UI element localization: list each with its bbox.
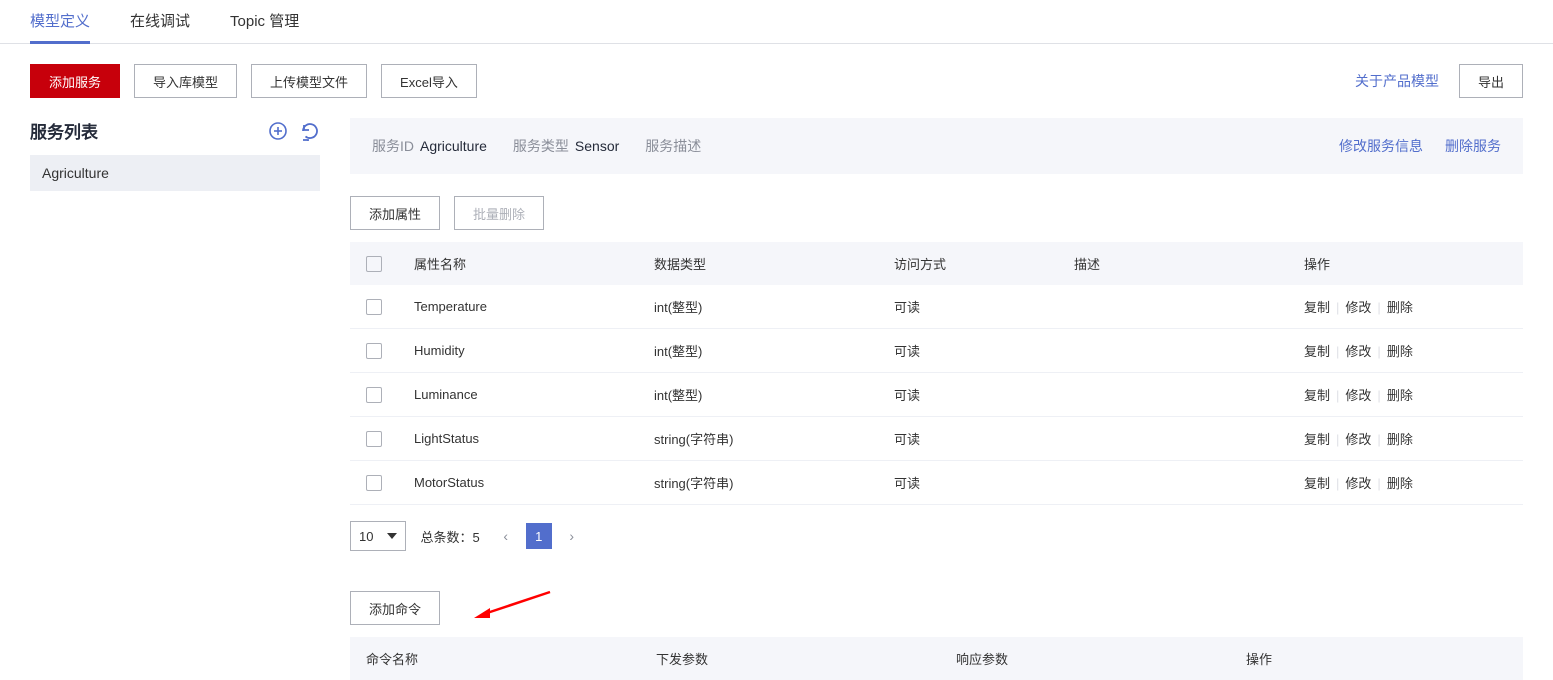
col-cmd-down: 下发参数	[640, 637, 940, 680]
col-ops: 操作	[1288, 242, 1523, 285]
col-cmd-name: 命令名称	[350, 637, 640, 680]
edit-link[interactable]: 修改	[1345, 432, 1371, 447]
import-library-model-button[interactable]: 导入库模型	[134, 64, 237, 98]
cell-data-type: string(字符串)	[638, 461, 878, 505]
service-type-label: 服务类型	[513, 138, 569, 154]
row-checkbox[interactable]	[366, 475, 382, 491]
edit-service-link[interactable]: 修改服务信息	[1339, 136, 1423, 156]
tab-topic-management[interactable]: Topic 管理	[230, 0, 299, 43]
row-checkbox[interactable]	[366, 343, 382, 359]
next-page-button[interactable]: ›	[560, 524, 584, 548]
cell-desc	[1058, 461, 1288, 505]
cell-attr-name: MotorStatus	[398, 461, 638, 505]
add-icon[interactable]	[268, 121, 288, 141]
batch-delete-button[interactable]: 批量删除	[454, 196, 544, 230]
row-checkbox[interactable]	[366, 387, 382, 403]
refresh-icon[interactable]	[300, 121, 320, 141]
table-row: Humidityint(整型)可读复制|修改|删除	[350, 329, 1523, 373]
copy-link[interactable]: 复制	[1304, 300, 1330, 315]
cell-desc	[1058, 329, 1288, 373]
table-row: LightStatusstring(字符串)可读复制|修改|删除	[350, 417, 1523, 461]
edit-link[interactable]: 修改	[1345, 388, 1371, 403]
delete-link[interactable]: 删除	[1387, 344, 1413, 359]
service-type-value: Sensor	[575, 138, 619, 154]
prev-page-button[interactable]: ‹	[494, 524, 518, 548]
delete-link[interactable]: 删除	[1387, 388, 1413, 403]
edit-link[interactable]: 修改	[1345, 300, 1371, 315]
pagination-total: 总条数：5	[420, 527, 479, 546]
tab-online-debug[interactable]: 在线调试	[130, 0, 190, 43]
row-checkbox[interactable]	[366, 431, 382, 447]
table-row: Temperatureint(整型)可读复制|修改|删除	[350, 285, 1523, 329]
command-table: 命令名称 下发参数 响应参数 操作	[350, 637, 1523, 680]
delete-link[interactable]: 删除	[1387, 300, 1413, 315]
cell-desc	[1058, 417, 1288, 461]
col-desc: 描述	[1058, 242, 1288, 285]
about-product-model-link[interactable]: 关于产品模型	[1355, 71, 1439, 91]
page-number-current[interactable]: 1	[526, 523, 552, 549]
cell-access: 可读	[878, 461, 1058, 505]
cell-access: 可读	[878, 285, 1058, 329]
service-header: 服务ID Agriculture 服务类型 Sensor 服务描述 修改服务信息 删…	[350, 118, 1523, 174]
copy-link[interactable]: 复制	[1304, 344, 1330, 359]
cell-data-type: string(字符串)	[638, 417, 878, 461]
add-service-button[interactable]: 添加服务	[30, 64, 120, 98]
edit-link[interactable]: 修改	[1345, 476, 1371, 491]
cell-data-type: int(整型)	[638, 285, 878, 329]
cell-data-type: int(整型)	[638, 373, 878, 417]
tab-model-definition[interactable]: 模型定义	[30, 0, 90, 44]
table-row: MotorStatusstring(字符串)可读复制|修改|删除	[350, 461, 1523, 505]
service-desc-label: 服务描述	[645, 138, 701, 154]
copy-link[interactable]: 复制	[1304, 388, 1330, 403]
cell-access: 可读	[878, 417, 1058, 461]
service-id-label: 服务ID	[372, 138, 414, 154]
cell-access: 可读	[878, 373, 1058, 417]
cell-access: 可读	[878, 329, 1058, 373]
caret-down-icon	[387, 533, 397, 539]
add-command-button[interactable]: 添加命令	[350, 591, 440, 625]
page-size-select[interactable]: 10	[350, 521, 406, 551]
service-list-item[interactable]: Agriculture	[30, 155, 320, 191]
cell-desc	[1058, 373, 1288, 417]
col-data-type: 数据类型	[638, 242, 878, 285]
service-id-value: Agriculture	[420, 138, 487, 154]
col-access: 访问方式	[878, 242, 1058, 285]
attribute-table: 属性名称 数据类型 访问方式 描述 操作 Temperatureint(整型)可…	[350, 242, 1523, 505]
edit-link[interactable]: 修改	[1345, 344, 1371, 359]
export-button[interactable]: 导出	[1459, 64, 1523, 98]
service-list-title: 服务列表	[30, 118, 98, 143]
cell-desc	[1058, 285, 1288, 329]
delete-service-link[interactable]: 删除服务	[1445, 136, 1501, 156]
delete-link[interactable]: 删除	[1387, 432, 1413, 447]
row-checkbox[interactable]	[366, 299, 382, 315]
cell-attr-name: Temperature	[398, 285, 638, 329]
add-attribute-button[interactable]: 添加属性	[350, 196, 440, 230]
tab-bar: 模型定义 在线调试 Topic 管理	[0, 0, 1553, 44]
select-all-checkbox[interactable]	[366, 256, 382, 272]
delete-link[interactable]: 删除	[1387, 476, 1413, 491]
upload-model-file-button[interactable]: 上传模型文件	[251, 64, 367, 98]
cell-attr-name: Humidity	[398, 329, 638, 373]
col-cmd-ops: 操作	[1230, 637, 1523, 680]
table-row: Luminanceint(整型)可读复制|修改|删除	[350, 373, 1523, 417]
copy-link[interactable]: 复制	[1304, 432, 1330, 447]
excel-import-button[interactable]: Excel导入	[381, 64, 477, 98]
cell-data-type: int(整型)	[638, 329, 878, 373]
col-attr-name: 属性名称	[398, 242, 638, 285]
cell-attr-name: Luminance	[398, 373, 638, 417]
copy-link[interactable]: 复制	[1304, 476, 1330, 491]
col-cmd-resp: 响应参数	[940, 637, 1230, 680]
cell-attr-name: LightStatus	[398, 417, 638, 461]
